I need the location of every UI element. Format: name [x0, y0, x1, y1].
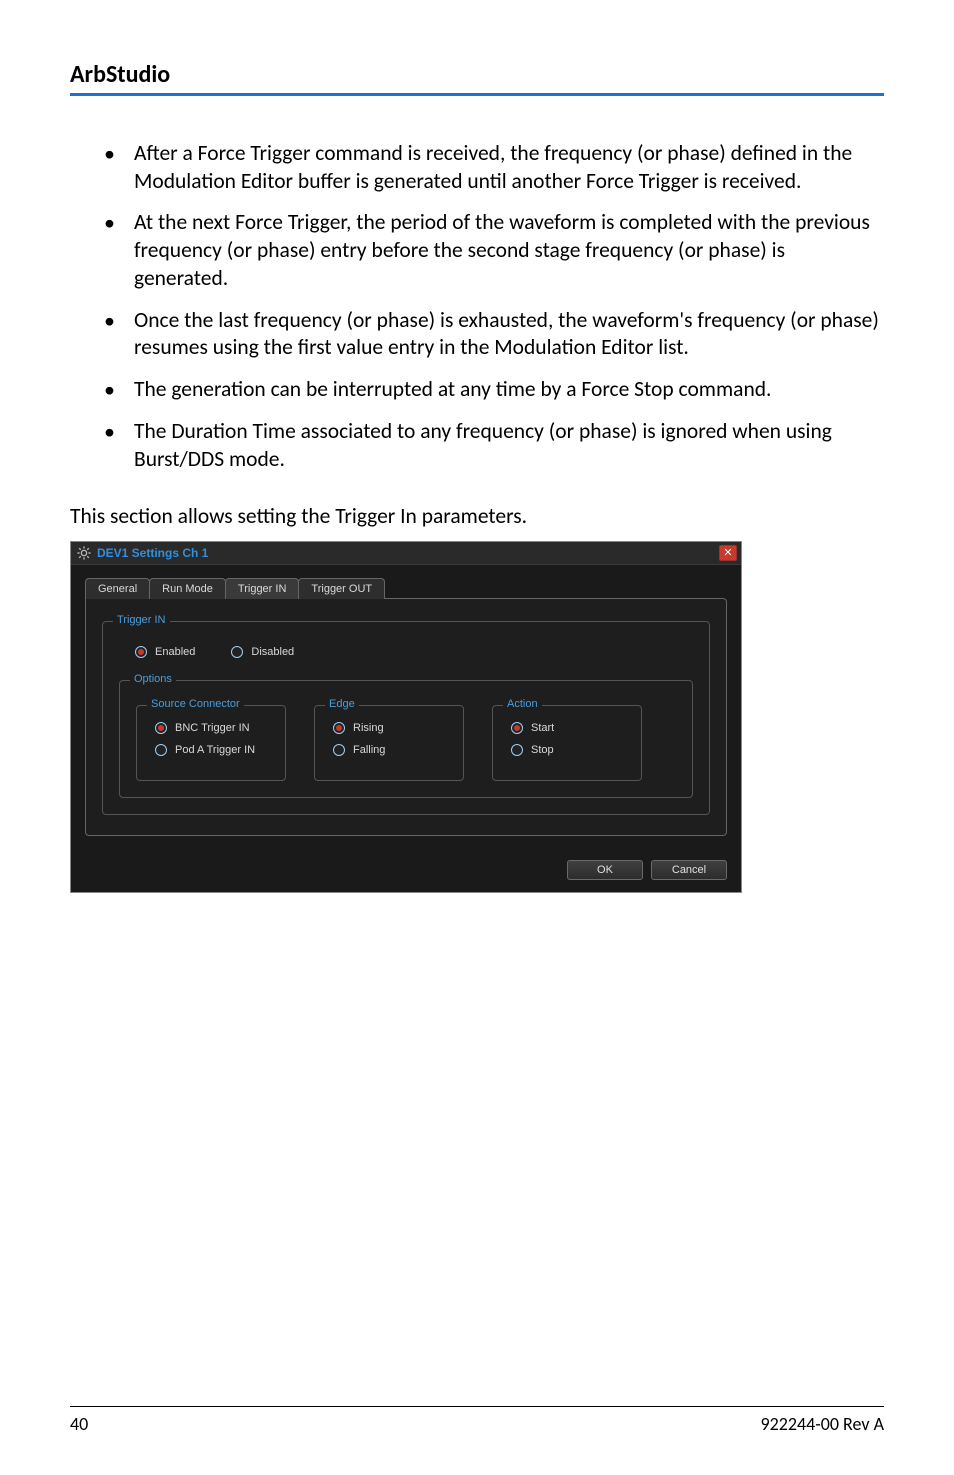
radio-label: Falling [353, 744, 385, 756]
radio-label: Start [531, 722, 554, 734]
group-legend-source: Source Connector [147, 698, 244, 710]
radio-start[interactable]: Start [511, 722, 623, 734]
dialog-title: DEV1 Settings Ch 1 [97, 546, 208, 560]
tab-trigger-in[interactable]: Trigger IN [225, 578, 300, 599]
group-edge: Edge Rising Falling [314, 705, 464, 781]
radio-stop[interactable]: Stop [511, 744, 623, 756]
radio-dot-icon [231, 646, 243, 658]
gear-icon [77, 546, 91, 560]
tab-trigger-out[interactable]: Trigger OUT [298, 578, 385, 599]
bullet-list: After a Force Trigger command is receive… [70, 140, 884, 473]
radio-label: Enabled [155, 646, 195, 658]
radio-rising[interactable]: Rising [333, 722, 445, 734]
radio-bnc-trigger-in[interactable]: BNC Trigger IN [155, 722, 267, 734]
list-item: After a Force Trigger command is receive… [104, 140, 884, 195]
list-item: The Duration Time associated to any freq… [104, 418, 884, 473]
section-intro: This section allows setting the Trigger … [70, 503, 884, 529]
group-trigger-in: Trigger IN Enabled Disabled Options [102, 621, 710, 815]
settings-dialog: DEV1 Settings Ch 1 ✕ General Run Mode Tr… [70, 541, 742, 893]
group-action: Action Start Stop [492, 705, 642, 781]
close-icon: ✕ [723, 548, 732, 559]
list-item: Once the last frequency (or phase) is ex… [104, 307, 884, 362]
radio-label: BNC Trigger IN [175, 722, 250, 734]
close-button[interactable]: ✕ [719, 545, 737, 561]
group-legend-action: Action [503, 698, 542, 710]
page-footer: 40 922244-00 Rev A [70, 1406, 884, 1435]
group-legend-options: Options [130, 673, 176, 685]
cancel-button[interactable]: Cancel [651, 860, 727, 880]
ok-button[interactable]: OK [567, 860, 643, 880]
group-legend-trigger-in: Trigger IN [113, 614, 170, 626]
radio-dot-icon [511, 744, 523, 756]
radio-dot-icon [511, 722, 523, 734]
list-item: The generation can be interrupted at any… [104, 376, 884, 404]
header-rule [70, 93, 884, 96]
radio-enabled[interactable]: Enabled [135, 646, 195, 658]
radio-dot-icon [333, 744, 345, 756]
tab-general[interactable]: General [85, 578, 150, 599]
group-options: Options Source Connector BNC Trigger IN [119, 680, 693, 798]
list-item: At the next Force Trigger, the period of… [104, 209, 884, 292]
radio-label: Rising [353, 722, 384, 734]
footer-rule [70, 1406, 884, 1407]
radio-pod-a-trigger-in[interactable]: Pod A Trigger IN [155, 744, 267, 756]
group-legend-edge: Edge [325, 698, 359, 710]
radio-label: Disabled [251, 646, 294, 658]
radio-dot-icon [135, 646, 147, 658]
page-number: 40 [70, 1413, 88, 1435]
radio-dot-icon [155, 722, 167, 734]
radio-dot-icon [333, 722, 345, 734]
radio-dot-icon [155, 744, 167, 756]
radio-falling[interactable]: Falling [333, 744, 445, 756]
dialog-button-bar: OK Cancel [71, 850, 741, 892]
page-header-title: ArbStudio [70, 60, 884, 89]
group-source-connector: Source Connector BNC Trigger IN Pod A Tr… [136, 705, 286, 781]
tab-run-mode[interactable]: Run Mode [149, 578, 226, 599]
radio-label: Pod A Trigger IN [175, 744, 255, 756]
tab-panel-trigger-in: Trigger IN Enabled Disabled Options [85, 598, 727, 836]
titlebar: DEV1 Settings Ch 1 ✕ [71, 542, 741, 565]
doc-revision: 922244-00 Rev A [760, 1413, 884, 1435]
radio-label: Stop [531, 744, 554, 756]
tab-strip: General Run Mode Trigger IN Trigger OUT [85, 578, 727, 599]
radio-disabled[interactable]: Disabled [231, 646, 294, 658]
